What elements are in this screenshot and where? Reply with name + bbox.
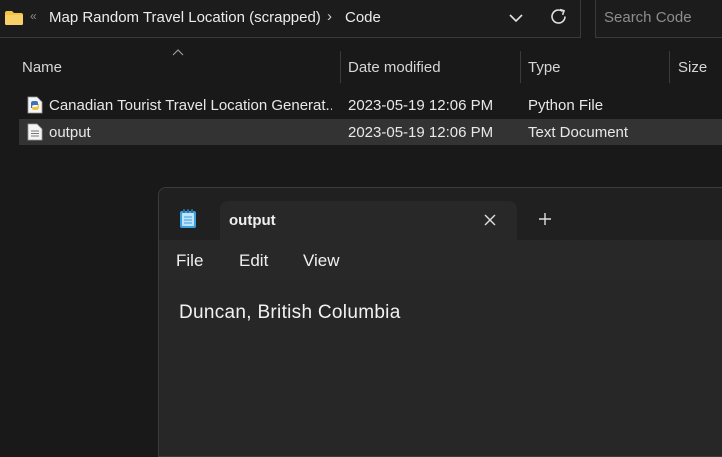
refresh-icon[interactable] <box>549 7 569 27</box>
search-box[interactable] <box>595 0 722 38</box>
file-type: Text Document <box>528 124 629 141</box>
breadcrumb-item-parent[interactable]: Map Random Travel Location (scrapped) <box>49 9 321 26</box>
column-header-size[interactable]: Size <box>678 59 707 76</box>
close-icon[interactable] <box>482 212 498 228</box>
file-type: Python File <box>528 97 604 114</box>
sort-ascending-icon <box>172 49 184 56</box>
file-row[interactable]: Canadian Tourist Travel Location Generat… <box>19 92 722 118</box>
file-date-modified: 2023-05-19 12:06 PM <box>348 124 494 141</box>
menu-edit[interactable]: Edit <box>239 251 268 271</box>
folder-icon <box>5 11 23 25</box>
editor-text[interactable]: Duncan, British Columbia <box>179 302 401 324</box>
file-name: Canadian Tourist Travel Location Generat… <box>49 97 332 114</box>
column-divider[interactable] <box>520 51 521 83</box>
plus-icon[interactable] <box>537 211 553 227</box>
chevron-down-icon[interactable] <box>506 10 526 26</box>
search-input[interactable] <box>604 9 722 26</box>
file-date-modified: 2023-05-19 12:06 PM <box>348 97 494 114</box>
menu-view[interactable]: View <box>303 251 340 271</box>
column-header-name[interactable]: Name <box>22 59 62 76</box>
python-file-icon <box>27 96 43 114</box>
notepad-app-icon <box>180 209 196 228</box>
tab-title: output <box>229 212 276 229</box>
breadcrumb-item-current[interactable]: Code <box>345 9 381 26</box>
tab-output[interactable]: output <box>220 201 517 240</box>
column-header-date-modified[interactable]: Date modified <box>348 59 441 76</box>
address-bar[interactable]: « Map Random Travel Location (scrapped) … <box>0 0 581 38</box>
file-row[interactable]: output 2023-05-19 12:06 PM Text Document <box>19 119 722 145</box>
column-divider[interactable] <box>669 51 670 83</box>
breadcrumb-separator-icon[interactable]: › <box>327 8 332 25</box>
notepad-window[interactable]: output File Edit View Duncan, British Co… <box>158 187 722 457</box>
file-name: output <box>49 124 91 141</box>
column-divider[interactable] <box>340 51 341 83</box>
column-header-type[interactable]: Type <box>528 59 561 76</box>
text-file-icon <box>27 123 43 141</box>
menu-file[interactable]: File <box>176 251 203 271</box>
breadcrumb-overflow[interactable]: « <box>30 9 37 23</box>
notepad-title-bar[interactable]: output <box>159 188 722 240</box>
notepad-menu-bar: File Edit View <box>159 240 722 280</box>
notepad-editor[interactable]: Duncan, British Columbia <box>159 280 722 456</box>
